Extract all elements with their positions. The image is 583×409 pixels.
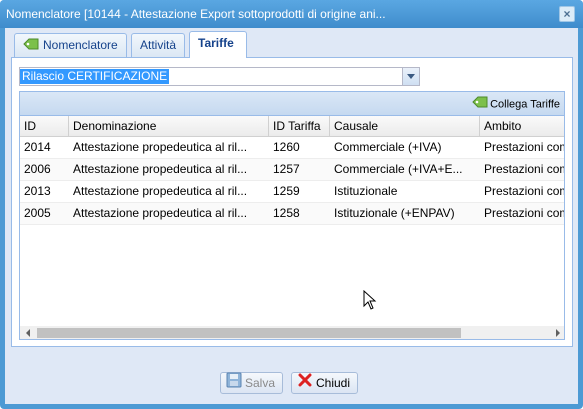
cell-causale: Commerciale (+IVA) (334, 140, 442, 154)
tariffe-grid: Collega Tariffe ID Denominazione ID Tari… (19, 91, 565, 340)
dialog-body: Nomenclatore Attività Tariffe Rilascio C… (5, 28, 578, 404)
scroll-right-icon[interactable] (556, 329, 560, 337)
cell-denominazione: Attestazione propedeutica al ril... (73, 140, 248, 154)
link-tag-icon (472, 96, 488, 113)
tag-icon (23, 35, 39, 57)
close-button[interactable]: Chiudi (291, 372, 359, 394)
floppy-disk-icon (226, 372, 242, 394)
collega-tariffe-button[interactable]: Collega Tariffe (472, 96, 560, 112)
cell-ambito: Prestazioni com (484, 162, 565, 176)
table-row[interactable]: 2013 Attestazione propedeutica al ril...… (20, 181, 565, 203)
dialog-window: Nomenclatore [10144 - Attestazione Expor… (0, 0, 583, 409)
table-row[interactable]: 2014 Attestazione propedeutica al ril...… (20, 137, 565, 159)
cell-id-tariffa: 1257 (273, 162, 300, 176)
tab-label: Nomenclatore (43, 38, 118, 52)
scroll-left-icon[interactable] (26, 329, 30, 337)
tab-label: Attività (140, 38, 177, 52)
cell-ambito: Prestazioni com (484, 140, 565, 154)
cell-causale: Istituzionale (334, 184, 398, 198)
tab-nomenclatore[interactable]: Nomenclatore (14, 33, 127, 57)
tariffe-panel: Rilascio CERTIFICAZIONE Collega Tariffe … (11, 57, 573, 347)
tab-attivita[interactable]: Attività (131, 33, 185, 57)
cell-id: 2014 (24, 140, 51, 154)
close-icon[interactable]: × (559, 6, 575, 22)
cell-id-tariffa: 1260 (273, 140, 300, 154)
tab-strip: Nomenclatore Attività Tariffe (11, 31, 573, 58)
mouse-cursor-icon (363, 289, 377, 313)
tab-label: Tariffe (198, 36, 234, 50)
close-label: Chiudi (316, 376, 351, 390)
table-row[interactable]: 2006 Attestazione propedeutica al ril...… (20, 159, 565, 181)
grid-toolbar: Collega Tariffe (20, 92, 564, 116)
cell-ambito: Prestazioni com (484, 206, 565, 220)
red-x-icon (297, 372, 313, 394)
cell-id: 2005 (24, 206, 51, 220)
save-button[interactable]: Salva (220, 372, 284, 394)
column-header-id-tariffa[interactable]: ID Tariffa (269, 116, 330, 136)
table-row[interactable]: 2005 Attestazione propedeutica al ril...… (20, 203, 565, 225)
category-combobox[interactable]: Rilascio CERTIFICAZIONE (19, 67, 420, 86)
cell-id: 2013 (24, 184, 51, 198)
grid-header: ID Denominazione ID Tariffa Causale Ambi… (20, 116, 564, 137)
cell-ambito: Prestazioni com (484, 184, 565, 198)
title-bar[interactable]: Nomenclatore [10144 - Attestazione Expor… (0, 0, 583, 28)
cell-id-tariffa: 1259 (273, 184, 300, 198)
cell-id-tariffa: 1258 (273, 206, 300, 220)
column-header-denominazione[interactable]: Denominazione (69, 116, 269, 136)
column-header-id[interactable]: ID (20, 116, 69, 136)
window-title: Nomenclatore [10144 - Attestazione Expor… (6, 7, 386, 21)
cell-id: 2006 (24, 162, 51, 176)
cell-denominazione: Attestazione propedeutica al ril... (73, 206, 248, 220)
cell-causale: Istituzionale (+ENPAV) (334, 206, 455, 220)
cell-denominazione: Attestazione propedeutica al ril... (73, 162, 248, 176)
chevron-down-icon[interactable] (402, 68, 419, 85)
cell-causale: Commerciale (+IVA+E... (334, 162, 463, 176)
column-header-ambito[interactable]: Ambito (480, 116, 564, 136)
cell-denominazione: Attestazione propedeutica al ril... (73, 184, 248, 198)
horizontal-scrollbar[interactable] (20, 326, 564, 339)
collega-tariffe-label: Collega Tariffe (490, 98, 560, 111)
combo-selected-value[interactable]: Rilascio CERTIFICAZIONE (20, 69, 170, 84)
save-label: Salva (245, 376, 276, 390)
tab-tariffe[interactable]: Tariffe (189, 31, 247, 58)
column-header-causale[interactable]: Causale (330, 116, 480, 136)
scrollbar-thumb[interactable] (37, 328, 461, 338)
